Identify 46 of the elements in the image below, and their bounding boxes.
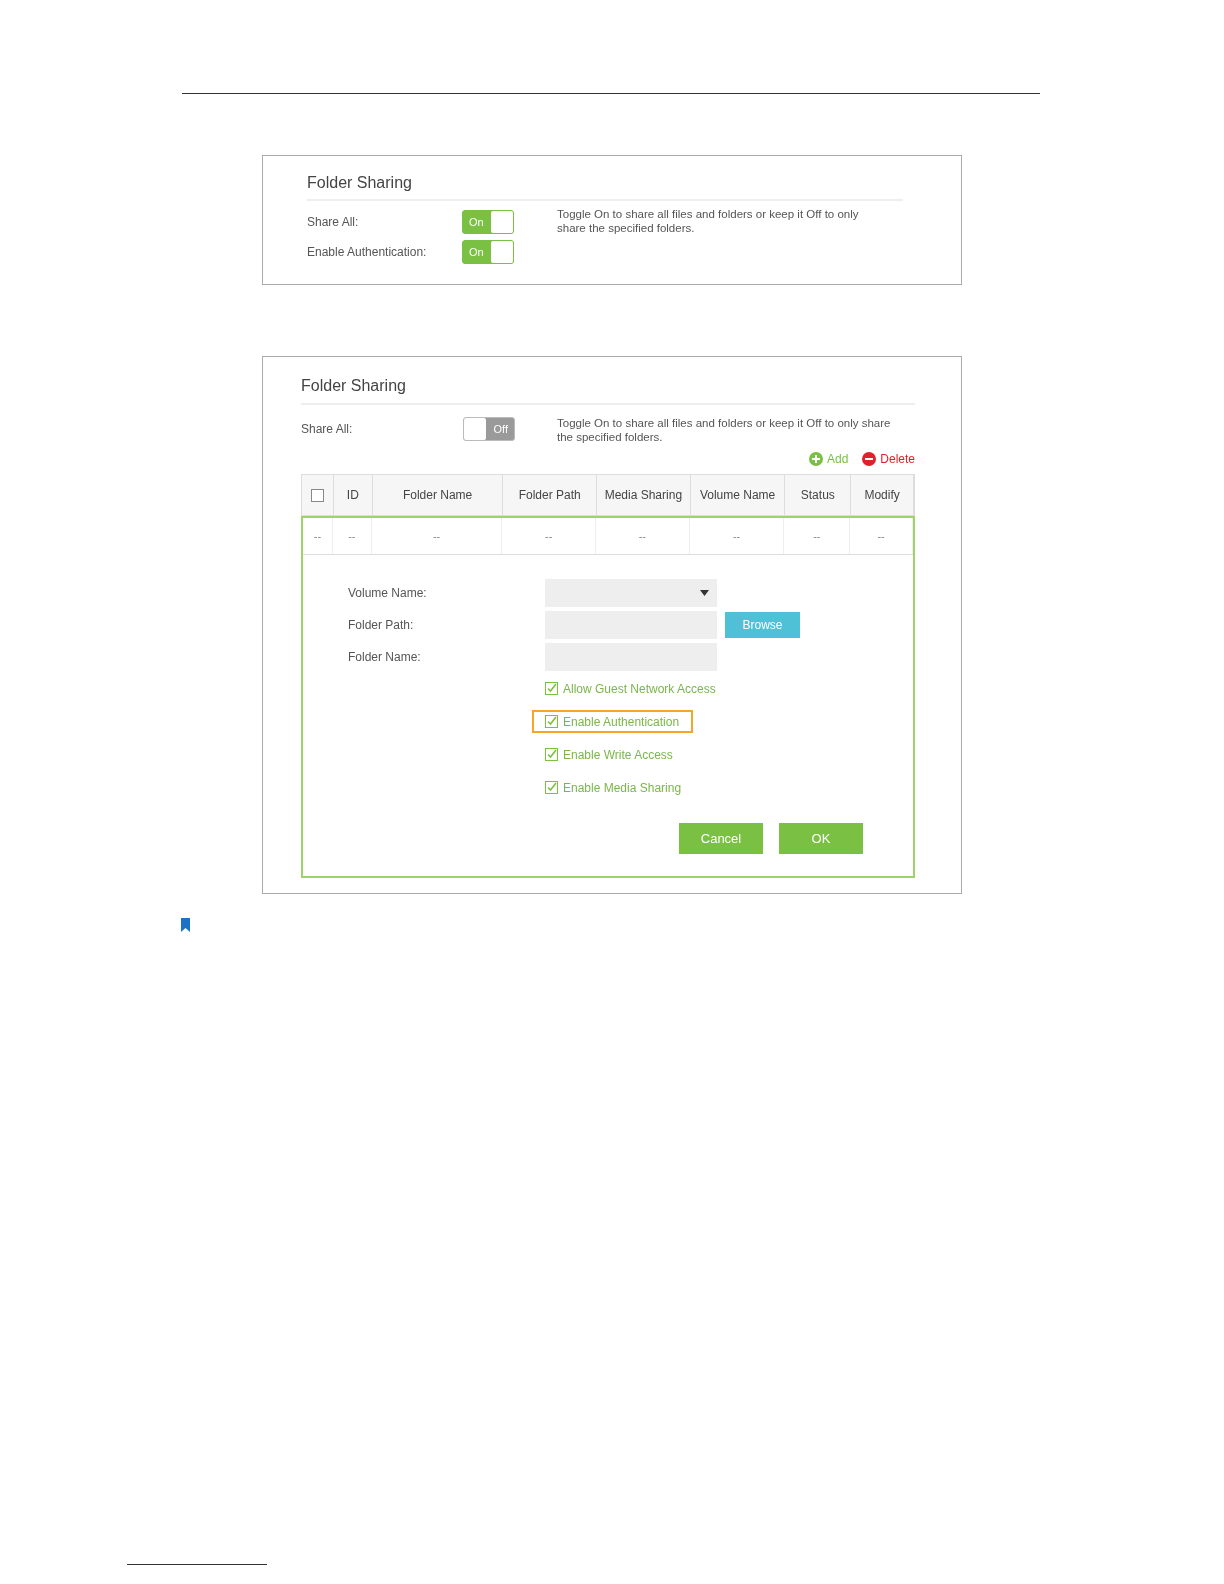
ok-button[interactable]: OK — [779, 823, 863, 854]
column-header: Media Sharing — [597, 475, 691, 515]
browse-button[interactable]: Browse — [725, 612, 800, 638]
table-cell: -- — [784, 518, 851, 554]
description-text: Toggle On to share all files and folders or keep it Off to only share the specified folders. — [557, 416, 892, 444]
column-header: ID — [333, 475, 373, 515]
table-cell: -- — [303, 518, 333, 554]
toggle-switch[interactable]: Off — [463, 417, 515, 441]
toggle-switch[interactable]: On — [462, 210, 514, 234]
panel-title: Folder Sharing — [301, 374, 915, 405]
field-label: Folder Path: — [348, 617, 415, 634]
field-label: Share All: — [301, 421, 354, 438]
column-header: Status — [785, 475, 852, 515]
cancel-button[interactable]: Cancel — [679, 823, 763, 854]
option-label: Enable Write Access — [563, 746, 673, 764]
minus-icon — [862, 452, 877, 466]
field-label: Volume Name: — [348, 585, 428, 602]
field-label: Enable Authentication: — [307, 244, 428, 261]
column-header: Folder Name — [372, 475, 504, 515]
checkbox-checked-icon[interactable] — [545, 715, 558, 728]
table-cell: -- — [502, 518, 597, 554]
column-header: Modify — [851, 475, 914, 515]
table-cell: -- — [850, 518, 913, 554]
table-cell: -- — [371, 518, 503, 554]
table-cell: -- — [689, 518, 785, 554]
dropdown-caret-icon — [700, 590, 709, 596]
delete-button[interactable]: Delete — [862, 450, 915, 468]
option-label: Allow Guest Network Access — [563, 680, 716, 698]
option-label: Enable Authentication — [563, 713, 680, 731]
bookmark-icon — [181, 918, 190, 932]
checkbox-checked-icon[interactable] — [545, 781, 558, 794]
table-cell: -- — [596, 518, 690, 554]
option-label: Enable Media Sharing — [563, 779, 682, 797]
table-cell: -- — [332, 518, 372, 554]
description-text: Toggle On to share all files and folders or keep it Off to only share the specified folders. — [557, 207, 860, 236]
plus-icon — [808, 452, 823, 466]
field-label: Share All: — [307, 214, 360, 231]
toggle-switch[interactable]: On — [462, 240, 514, 264]
checkbox-icon[interactable] — [310, 488, 324, 502]
panel-title: Folder Sharing — [307, 171, 903, 201]
column-header: Volume Name — [690, 475, 786, 515]
column-header: Folder Path — [503, 475, 598, 515]
checkbox-checked-icon[interactable] — [545, 748, 558, 761]
add-button[interactable]: Add — [808, 450, 849, 468]
field-label: Folder Name: — [348, 649, 422, 666]
checkbox-checked-icon[interactable] — [545, 682, 558, 695]
